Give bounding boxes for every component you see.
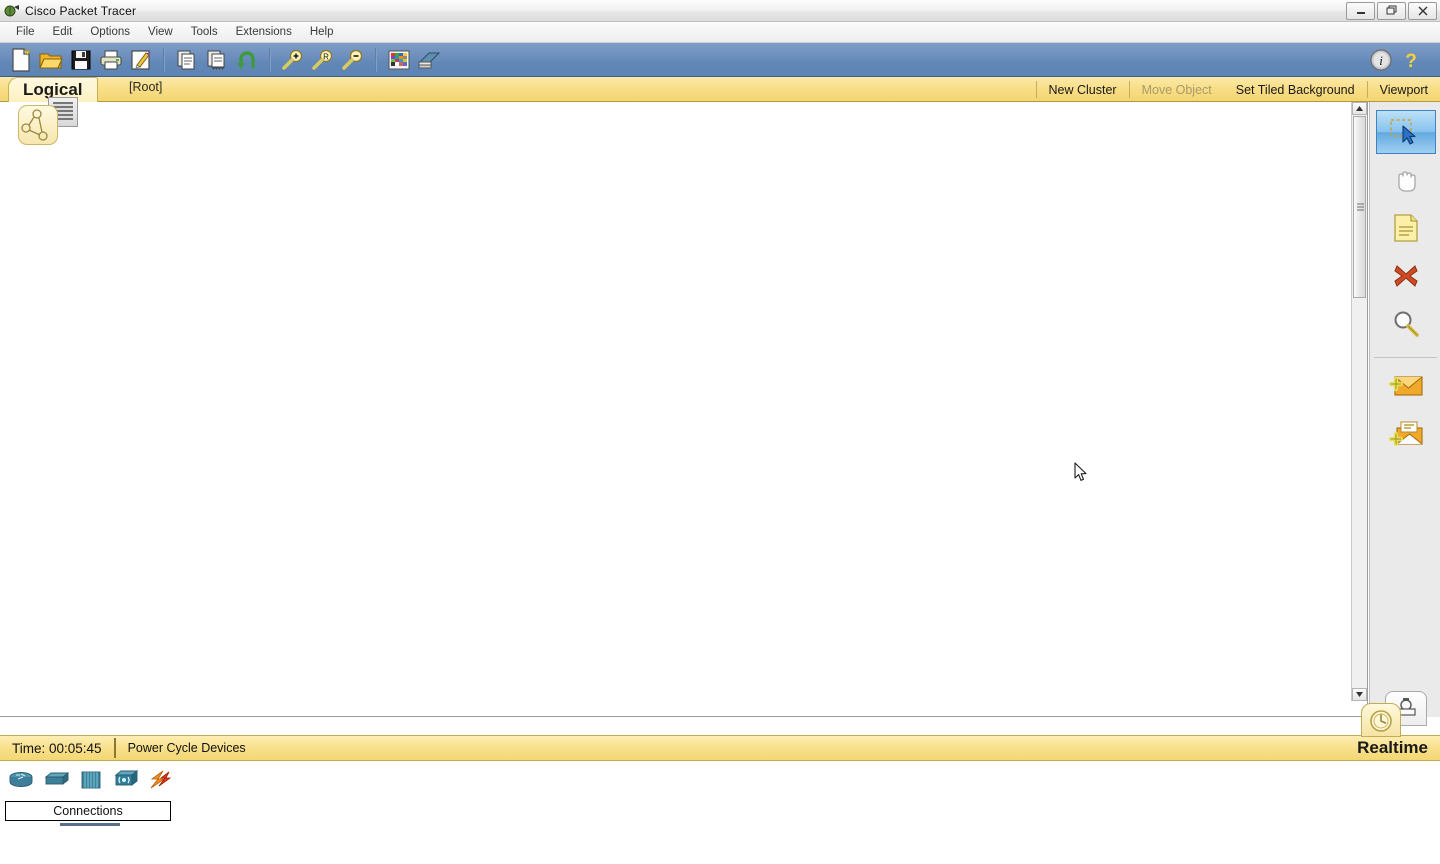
set-tiled-background-button[interactable]: Set Tiled Background: [1224, 77, 1367, 102]
menu-view[interactable]: View: [139, 24, 182, 40]
close-icon[interactable]: [1408, 1, 1437, 20]
toolbar-right-group: i ?: [1366, 46, 1434, 74]
vertical-scroll-thumb[interactable]: [1353, 116, 1366, 298]
palette-divider: [1374, 357, 1437, 358]
menu-edit[interactable]: Edit: [44, 24, 82, 40]
viewport-button[interactable]: Viewport: [1368, 77, 1440, 102]
hub-icon[interactable]: [78, 769, 104, 791]
restore-icon[interactable]: [1377, 1, 1406, 20]
complex-pdu-envelope-icon: [1388, 419, 1424, 449]
svg-text:R: R: [323, 52, 329, 61]
packet-tracer-window: Cisco Packet Tracer File Edit Options Vi…: [0, 0, 1440, 864]
status-bar: Time: 00:05:45 Power Cycle Devices Realt…: [0, 735, 1440, 761]
zoom-reset-icon[interactable]: R: [309, 46, 337, 74]
toolbar-separator-1: [163, 47, 165, 72]
workspace-actions: New Cluster Move Object Set Tiled Backgr…: [1035, 77, 1440, 102]
menu-options[interactable]: Options: [81, 24, 139, 40]
switch-icon[interactable]: [43, 769, 69, 791]
menu-help[interactable]: Help: [301, 24, 343, 40]
vertical-thumb-grip-icon: [1357, 203, 1364, 211]
power-cycle-devices-button[interactable]: Power Cycle Devices: [128, 741, 246, 755]
toolbar-separator-2: [269, 47, 271, 72]
window-controls: [1344, 1, 1440, 21]
new-cluster-button[interactable]: New Cluster: [1037, 77, 1129, 102]
window-title: Cisco Packet Tracer: [25, 3, 137, 18]
main-toolbar: R i ?: [0, 43, 1440, 77]
menu-extensions[interactable]: Extensions: [227, 24, 301, 40]
add-simple-pdu-tool[interactable]: [1376, 364, 1436, 408]
toolbar-separator-3: [375, 47, 377, 72]
note-page-icon: [1393, 213, 1419, 243]
svg-text:i: i: [1379, 53, 1383, 68]
menu-file[interactable]: File: [7, 24, 44, 40]
paste-icon[interactable]: [203, 46, 231, 74]
scroll-up-arrow-icon[interactable]: [1352, 102, 1367, 115]
info-icon[interactable]: i: [1367, 46, 1395, 74]
print-icon[interactable]: [97, 46, 125, 74]
device-subcategory-indicator: [60, 823, 180, 826]
connections-lightning-icon[interactable]: [148, 769, 174, 791]
custom-devices-icon[interactable]: [415, 46, 443, 74]
scroll-down-arrow-icon[interactable]: [1352, 688, 1367, 701]
realtime-clock-icon[interactable]: [1361, 703, 1401, 737]
cluster-root-label: [Root]: [129, 80, 163, 94]
help-question-icon[interactable]: ?: [1397, 46, 1425, 74]
packet-tracer-logo-icon: [4, 3, 20, 19]
simulation-time-label: Time: 00:05:45: [12, 740, 102, 756]
logical-workspace-canvas[interactable]: [0, 102, 1368, 836]
status-separator: [113, 738, 116, 758]
title-bar: Cisco Packet Tracer: [0, 0, 1440, 22]
canvas-drawing-area[interactable]: [0, 102, 1352, 701]
delete-tool[interactable]: [1376, 254, 1436, 298]
move-object-button: Move Object: [1141, 82, 1212, 97]
device-tooltip: Connections: [5, 801, 171, 821]
select-tool[interactable]: [1376, 110, 1436, 154]
new-file-icon[interactable]: [7, 46, 35, 74]
menu-tools[interactable]: Tools: [182, 24, 227, 40]
device-category-bar: [8, 769, 174, 791]
hand-pan-icon: [1391, 165, 1421, 195]
copy-icon[interactable]: [173, 46, 201, 74]
undo-icon[interactable]: [233, 46, 261, 74]
workspace-tab-strip: Logical [Root] New Cluster Move Object S…: [0, 77, 1440, 102]
minimize-icon[interactable]: [1346, 1, 1375, 20]
logical-topology-icon[interactable]: [18, 105, 58, 145]
zoom-in-icon[interactable]: [279, 46, 307, 74]
magnifier-inspect-icon: [1391, 309, 1421, 339]
place-note-tool[interactable]: [1376, 206, 1436, 250]
svg-text:?: ?: [1405, 51, 1417, 72]
activity-wizard-icon[interactable]: [127, 46, 155, 74]
inspect-tool[interactable]: [1376, 302, 1436, 346]
menu-bar: File Edit Options View Tools Extensions …: [0, 22, 1440, 43]
palette-icon[interactable]: [385, 46, 413, 74]
move-layout-tool[interactable]: [1376, 158, 1436, 202]
zoom-out-icon[interactable]: [339, 46, 367, 74]
save-disk-icon[interactable]: [67, 46, 95, 74]
add-complex-pdu-tool[interactable]: [1376, 412, 1436, 456]
right-tool-palette: [1369, 102, 1440, 717]
canvas-vertical-scrollbar[interactable]: [1351, 102, 1367, 701]
wireless-device-icon[interactable]: [113, 769, 139, 791]
router-icon[interactable]: [8, 769, 34, 791]
red-x-delete-icon: [1392, 262, 1420, 290]
open-folder-icon[interactable]: [37, 46, 65, 74]
mouse-cursor-icon: [1074, 462, 1088, 483]
workspace-navigation-widget: [14, 97, 84, 145]
mode-label-realtime: Realtime: [1357, 738, 1428, 757]
bottom-panel: Connections: [0, 761, 1440, 864]
simple-pdu-envelope-icon: [1388, 372, 1424, 400]
select-arrow-icon: [1389, 117, 1423, 147]
